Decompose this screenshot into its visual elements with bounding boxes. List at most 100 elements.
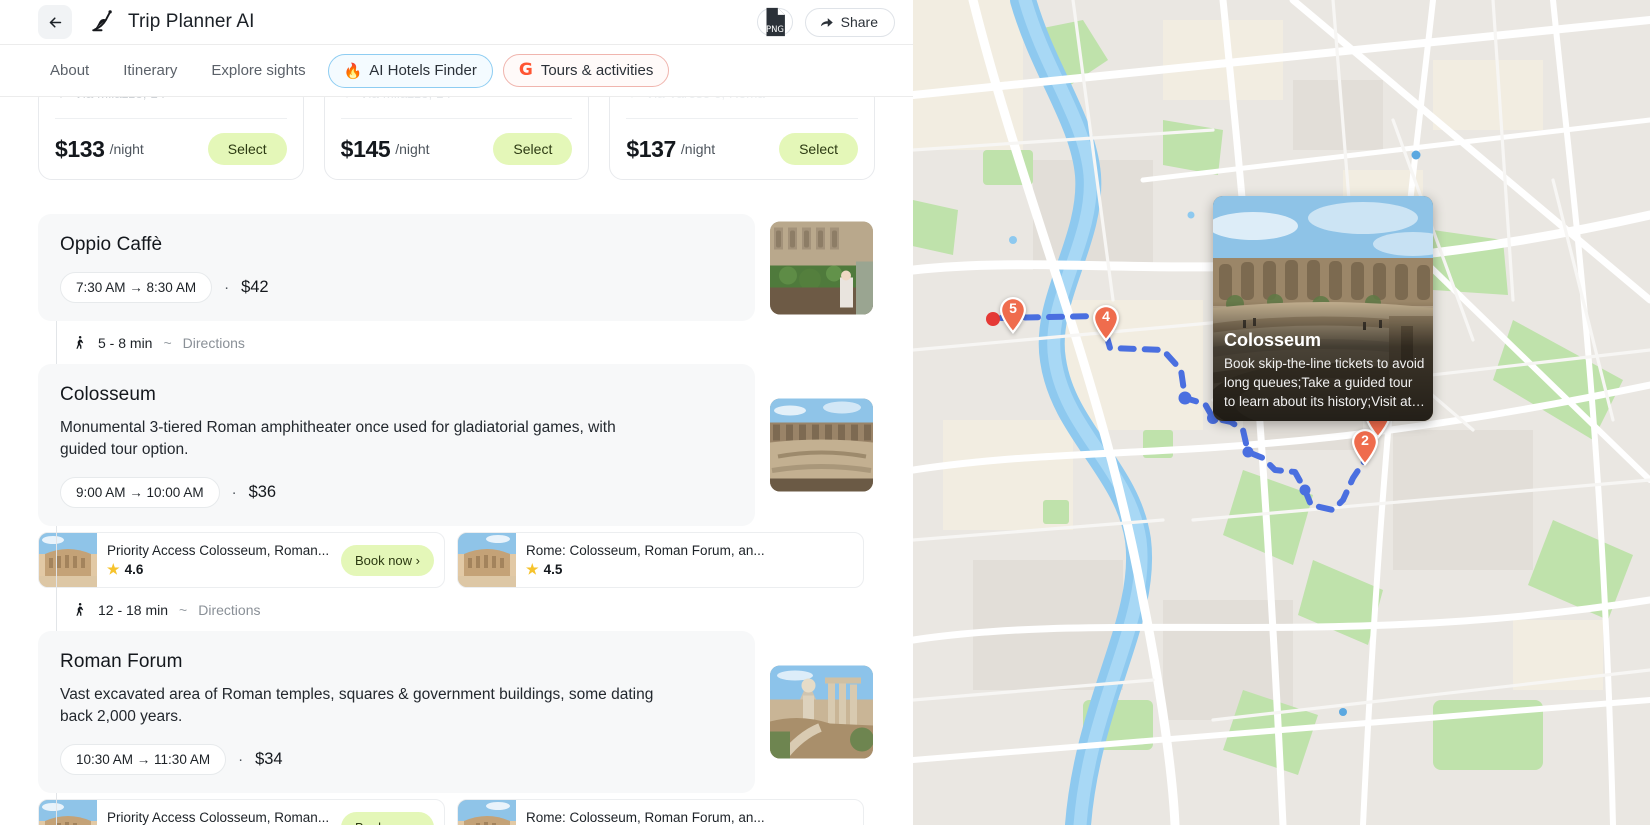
app-root: Trip Planner AI PNG Share About Itinerar… [0, 0, 1650, 825]
divider [55, 118, 287, 119]
colosseum-terrace-photo [770, 221, 873, 314]
popup-description: Book skip-the-line tickets to avoid long… [1224, 355, 1425, 409]
star-icon: ★ [526, 560, 539, 577]
walk-tilde: ~ [179, 601, 188, 618]
flame-icon: 🔥 [343, 62, 363, 80]
itinerary-scroll-area[interactable]: Via Milazzo, 14 $133 /night Select Via M… [0, 97, 913, 825]
map-marker-4[interactable]: 4 [1091, 304, 1121, 343]
stop-thumbnail-roman-forum[interactable] [770, 665, 873, 759]
top-actions: PNG Share [756, 7, 895, 37]
left-panel: Trip Planner AI PNG Share About Itinerar… [0, 0, 913, 825]
tour-card[interactable]: Priority Access Colosseum, Roman... ★ 4.… [38, 799, 445, 825]
share-arrow-icon [820, 17, 833, 27]
directions-link[interactable]: Directions [183, 335, 245, 351]
hotel-address: Via Milazzo, 14 [341, 97, 573, 100]
tour-card[interactable]: Rome: Colosseum, Roman Forum, an... ★ 4.… [457, 799, 864, 825]
meta-separator: · [231, 484, 237, 501]
tour-rating: ★ 4.6 [107, 561, 331, 578]
hotel-card[interactable]: Via Milazzo, 14 $133 /night Select [38, 97, 304, 180]
map-pin-icon [631, 97, 634, 98]
tab-explore-sights[interactable]: Explore sights [199, 55, 317, 86]
tour-body: Priority Access Colosseum, Roman... ★ 4.… [97, 810, 341, 825]
map-popup-colosseum[interactable]: Colosseum Book skip-the-line tickets to … [1213, 196, 1433, 421]
export-png-button[interactable]: PNG [756, 7, 793, 37]
tour-name: Rome: Colosseum, Roman Forum, an... [526, 542, 765, 558]
stop-thumbnail-oppio-caffe[interactable] [770, 221, 873, 314]
stop-meta: 7:30 AM → 8:30 AM · $42 [60, 272, 733, 303]
directions-link[interactable]: Directions [198, 602, 260, 618]
itinerary-stop: Oppio Caffè 7:30 AM → 8:30 AM · $42 5 - … [38, 214, 875, 364]
hotel-select-button[interactable]: Select [779, 133, 859, 165]
colosseum-exterior-photo [458, 800, 516, 825]
hotel-address: Via Milazzo, 14 [55, 97, 287, 100]
hotel-footer: $133 /night Select [55, 133, 287, 165]
colosseum-exterior-photo [39, 800, 97, 825]
walking-person-icon [76, 602, 84, 616]
share-button[interactable]: Share [804, 7, 895, 37]
tab-ai-hotels-finder-label: AI Hotels Finder [369, 62, 477, 79]
colosseum-exterior-photo [39, 533, 97, 587]
walk-segment: 5 - 8 min ~ Directions [38, 321, 875, 364]
trip-planner-logo-icon [88, 7, 118, 37]
hotel-per-night-label: /night [680, 141, 716, 157]
hotel-select-button[interactable]: Select [207, 133, 287, 165]
map-pin-icon [1000, 297, 1026, 334]
stop-description: Monumental 3-tiered Roman amphitheater o… [60, 419, 616, 458]
map-pin-icon [1093, 305, 1119, 342]
hotel-address: Via Varese 6, Roma [626, 97, 858, 100]
walk-duration: 12 - 18 min [98, 601, 169, 618]
tab-tours-activities[interactable]: G Tours & activities [502, 54, 670, 87]
tour-card[interactable]: Priority Access Colosseum, Roman... ★ 4.… [38, 532, 445, 588]
map-marker-5[interactable]: 5 [998, 296, 1028, 335]
stop-meta: 10:30 AM → 11:30 AM · $34 [60, 744, 733, 775]
tab-itinerary[interactable]: Itinerary [111, 55, 189, 86]
book-now-button[interactable]: Book now › [340, 811, 434, 825]
popup-title: Colosseum [1224, 329, 1322, 350]
hotel-card[interactable]: Via Milazzo, 14 $145 /night Select [323, 97, 590, 180]
stop-time-pill: 7:30 AM → 8:30 AM [60, 272, 213, 303]
hotel-select-button[interactable]: Select [493, 133, 573, 165]
hotel-per-night-label: /night [395, 141, 430, 157]
hotel-price: $133 [55, 135, 105, 162]
map-pin-icon [345, 97, 348, 98]
top-bar: Trip Planner AI PNG Share [0, 0, 913, 44]
stop-card-roman-forum[interactable]: Roman Forum Vast excavated area of Roman… [38, 631, 873, 793]
hotel-address-text: Via Milazzo, 14 [360, 97, 451, 100]
tab-ai-hotels-finder[interactable]: 🔥 AI Hotels Finder [327, 53, 493, 88]
roman-forum-photo [770, 665, 873, 759]
png-file-icon: PNG [766, 7, 785, 37]
tour-name: Rome: Colosseum, Roman Forum, an... [526, 809, 765, 825]
meta-separator: · [224, 279, 230, 296]
tour-thumbnail [458, 533, 516, 587]
tour-card[interactable]: Rome: Colosseum, Roman Forum, an... ★ 4.… [457, 532, 864, 588]
hotel-card[interactable]: Via Varese 6, Roma $137 /night Select [609, 97, 876, 180]
stop-card-colosseum[interactable]: Colosseum Monumental 3-tiered Roman amph… [38, 364, 873, 526]
getyourguide-g-icon: G [518, 60, 533, 80]
stop-thumbnail-colosseum[interactable] [770, 398, 873, 492]
tour-body: Rome: Colosseum, Roman Forum, an... ★ 4.… [516, 810, 863, 825]
tour-cards-row: Priority Access Colosseum, Roman... ★ 4.… [38, 526, 875, 598]
hotel-address-text: Via Milazzo, 14 [74, 97, 165, 100]
stop-description: Vast excavated area of Roman temples, sq… [60, 686, 654, 725]
walking-person-icon [76, 335, 84, 349]
tour-rating: ★ 4.5 [526, 561, 853, 578]
stop-card-oppio-caffe[interactable]: Oppio Caffè 7:30 AM → 8:30 AM · $42 [38, 214, 873, 321]
svg-text:PNG: PNG [766, 25, 784, 35]
tour-body: Priority Access Colosseum, Roman... ★ 4.… [97, 543, 341, 578]
stop-title: Colosseum [60, 384, 156, 405]
tour-thumbnail [39, 800, 97, 825]
meta-separator: · [238, 751, 244, 768]
walk-duration: 5 - 8 min [98, 334, 153, 351]
divider [626, 118, 859, 119]
stop-title: Oppio Caffè [60, 234, 163, 255]
tour-rating-value: 4.6 [124, 561, 144, 577]
book-now-button[interactable]: Book now › [340, 544, 434, 576]
hotel-address-text: Via Varese 6, Roma [645, 97, 765, 100]
hotel-footer: $145 /night Select [341, 133, 573, 165]
stop-price: $34 [255, 750, 283, 768]
back-button[interactable] [38, 5, 72, 39]
map-marker-2[interactable]: 2 [1350, 428, 1380, 467]
tab-about[interactable]: About [38, 55, 101, 86]
tab-tours-activities-label: Tours & activities [540, 62, 654, 79]
stop-price: $42 [241, 278, 269, 296]
